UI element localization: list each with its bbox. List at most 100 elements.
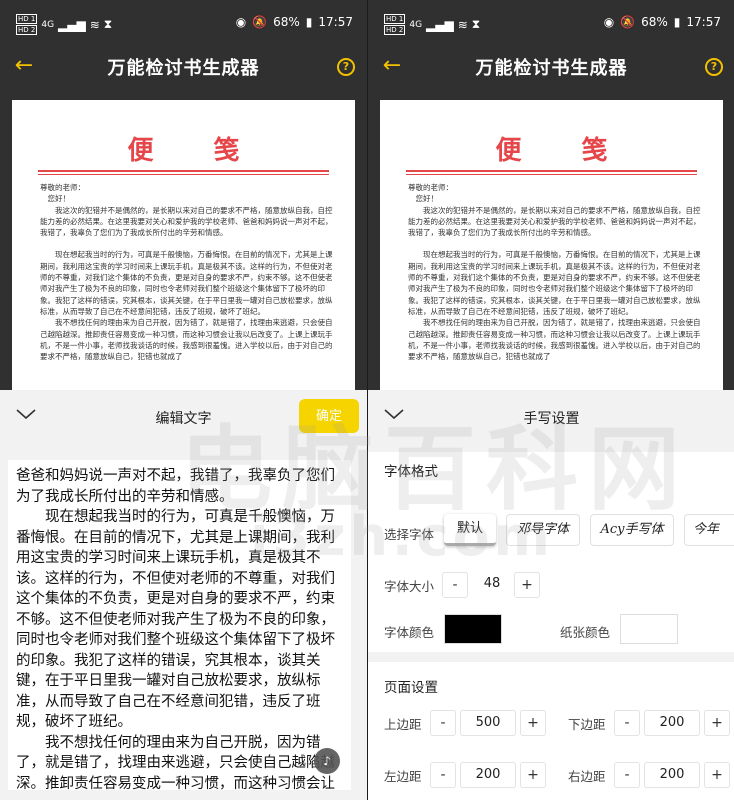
left-screen: HD 1 HD 2 4G ▂▄▆ ≋ ⧗ ◉ 🔕 68% ▮ 17:57 ← 万…	[0, 0, 367, 800]
sheet-header: 手写设置	[368, 390, 734, 442]
status-bar: HD 1 HD 2 4G ▂▄▆ ≋ ⧗ ◉ 🔕 68% ▮ 17:57	[368, 0, 734, 44]
font-option-acy[interactable]: Acy手写体	[590, 514, 674, 546]
signal-icon: ▂▄▆	[58, 17, 86, 32]
left-margin-decrease-button[interactable]: -	[430, 762, 456, 788]
sim2-badge: HD 2	[16, 25, 38, 35]
clock: 17:57	[686, 15, 721, 29]
top-margin-label: 上边距	[384, 717, 422, 732]
top-margin-value[interactable]: 500	[460, 710, 516, 736]
sheet-title: 手写设置	[523, 411, 580, 427]
heading-rule-bottom	[406, 174, 697, 175]
wifi-icon: ≋	[89, 17, 100, 32]
top-margin-increase-button[interactable]: +	[520, 710, 546, 736]
font-option-jinnian[interactable]: 今年	[684, 514, 734, 546]
bottom-margin-label: 下边距	[568, 717, 606, 732]
sim-indicators: HD 1 HD 2	[16, 14, 38, 35]
bottom-margin-increase-button[interactable]: +	[704, 710, 730, 736]
help-icon[interactable]: ?	[705, 58, 723, 76]
signal-type: 4G	[41, 19, 55, 30]
wifi-icon: ≋	[457, 17, 468, 32]
font-option-dengdao[interactable]: 邓导字体	[506, 514, 580, 546]
edit-text-sheet: 编辑文字 确定 爸爸和妈妈说一声对不起，我错了，我辜负了您们为了我成长所付出的辛…	[0, 390, 367, 800]
signal-type: 4G	[409, 19, 423, 30]
letter-salute: 您好！	[415, 194, 439, 204]
app-bar: ← 万能检讨书生成器 ?	[0, 44, 367, 92]
right-margin-increase-button[interactable]: +	[704, 762, 730, 788]
left-margin-label: 左边距	[384, 769, 422, 784]
sim-indicators: HD 1 HD 2	[384, 14, 406, 35]
font-color-label: 字体颜色	[384, 625, 435, 640]
letter-heading: 便笺	[495, 136, 668, 166]
battery-percent: 68%	[273, 15, 300, 29]
bottom-margin-decrease-button[interactable]: -	[614, 710, 640, 736]
settings-body: 字体格式 选择字体 默认 邓导字体 Acy手写体 今年 字体大小 - 48 + …	[368, 438, 734, 800]
font-format-card: 字体格式 选择字体 默认 邓导字体 Acy手写体 今年 字体大小 - 48 + …	[368, 452, 734, 652]
status-bar: HD 1 HD 2 4G ▂▄▆ ≋ ⧗ ◉ 🔕 68% ▮ 17:57	[0, 0, 367, 44]
status-left: HD 1 HD 2 4G ▂▄▆ ≋ ⧗	[384, 14, 480, 35]
font-size-value[interactable]: 48	[474, 572, 510, 598]
battery-icon: ▮	[305, 15, 313, 29]
help-icon[interactable]: ?	[337, 58, 355, 76]
font-color-swatch[interactable]	[444, 614, 502, 644]
right-margin-value[interactable]: 200	[644, 762, 700, 788]
right-screen: HD 1 HD 2 4G ▂▄▆ ≋ ⧗ ◉ 🔕 68% ▮ 17:57 ← 万…	[368, 0, 734, 800]
left-margin-increase-button[interactable]: +	[520, 762, 546, 788]
sim1-badge: HD 1	[384, 14, 406, 24]
paper-color-swatch[interactable]	[620, 614, 678, 644]
left-margin-value[interactable]: 200	[460, 762, 516, 788]
letter-body: 尊敬的老师： 您好！ 我这次的犯错并不是偶然的，是长期以来对自己的要求不严格，随…	[40, 182, 333, 362]
app-title: 万能检讨书生成器	[107, 58, 260, 79]
status-right: ◉ 🔕 68% ▮ 17:57	[604, 15, 721, 29]
font-size-decrease-button[interactable]: -	[442, 572, 468, 598]
battery-icon: ▮	[673, 15, 681, 29]
right-margin-label: 右边距	[568, 769, 606, 784]
mute-icon: 🔕	[620, 15, 636, 29]
page-settings-title: 页面设置	[384, 680, 438, 696]
letter-text-editor[interactable]: 爸爸和妈妈说一声对不起，我错了，我辜负了您们为了我成长所付出的辛劳和情感。 现在…	[8, 460, 351, 790]
hourglass-icon: ⧗	[103, 17, 113, 31]
letter-salute: 您好！	[47, 194, 71, 204]
font-format-title: 字体格式	[384, 464, 438, 480]
choose-font-label: 选择字体	[384, 527, 435, 542]
letter-paragraph: 我不想找任何的理由来为自己开脱，因为错了，就是错了，找理由来逃避，只会使自己越陷…	[408, 318, 701, 362]
letter-paragraph: 我这次的犯错并不是偶然的，是长期以来对自己的要求不严格，随意放纵自我，自控能力差…	[40, 205, 333, 238]
letter-preview: 便笺 尊敬的老师： 您好！ 我这次的犯错并不是偶然的，是长期以来对自己的要求不严…	[380, 100, 723, 390]
editor-paragraph: 我不想找任何的理由来为自己开脱，因为错了，就是错了，找理由来逃避，只会使自己越陷…	[16, 734, 335, 791]
app-bar: ← 万能检讨书生成器 ?	[368, 44, 734, 92]
eye-icon: ◉	[603, 15, 615, 29]
floating-action-icon[interactable]: ♪	[314, 748, 340, 774]
letter-preview: 便笺 尊敬的老师： 您好！ 我这次的犯错并不是偶然的，是长期以来对自己的要求不严…	[12, 100, 355, 390]
letter-heading: 便笺	[127, 136, 300, 166]
confirm-button[interactable]: 确定	[299, 399, 359, 433]
letter-greeting: 尊敬的老师：	[408, 183, 453, 192]
letter-body: 尊敬的老师： 您好！ 我这次的犯错并不是偶然的，是长期以来对自己的要求不严格，随…	[408, 182, 701, 362]
clock: 17:57	[318, 15, 353, 29]
letter-paragraph: 我不想找任何的理由来为自己开脱，因为错了，就是错了，找理由来逃避，只会使自己越陷…	[40, 318, 333, 362]
heading-rule-top	[38, 170, 329, 172]
bottom-margin-value[interactable]: 200	[644, 710, 700, 736]
letter-paragraph: 现在想起我当时的行为，可真是千般懊恼，万番悔恨。在目前的情况下，尤其是上课期间，…	[408, 250, 701, 316]
status-left: HD 1 HD 2 4G ▂▄▆ ≋ ⧗	[16, 14, 112, 35]
sim2-badge: HD 2	[384, 25, 406, 35]
sim1-badge: HD 1	[16, 14, 38, 24]
letter-greeting: 尊敬的老师：	[40, 183, 85, 192]
letter-paragraph: 我这次的犯错并不是偶然的，是长期以来对自己的要求不严格，随意放纵自我，自控能力差…	[408, 205, 701, 238]
heading-rule-top	[406, 170, 697, 172]
top-margin-decrease-button[interactable]: -	[430, 710, 456, 736]
editor-paragraph: 现在想起我当时的行为，可真是千般懊恼，万番悔恨。在目前的情况下，尤其是上课期间，…	[16, 509, 335, 730]
heading-rule-bottom	[38, 174, 329, 175]
letter-paragraph: 现在想起我当时的行为，可真是千般懊恼，万番悔恨。在目前的情况下，尤其是上课期间，…	[40, 250, 333, 316]
preview-area: HD 1 HD 2 4G ▂▄▆ ≋ ⧗ ◉ 🔕 68% ▮ 17:57 ← 万…	[0, 0, 367, 390]
signal-icon: ▂▄▆	[426, 17, 454, 32]
font-size-increase-button[interactable]: +	[514, 572, 540, 598]
page-settings-card: 页面设置 上边距 - 500 + 下边距 - 200 + 左边距 - 200 +…	[368, 662, 734, 800]
right-margin-decrease-button[interactable]: -	[614, 762, 640, 788]
status-right: ◉ 🔕 68% ▮ 17:57	[236, 15, 353, 29]
mute-icon: 🔕	[252, 15, 268, 29]
sheet-header: 编辑文字 确定	[0, 390, 367, 442]
editor-paragraph: 爸爸和妈妈说一声对不起，我错了，我辜负了您们为了我成长所付出的辛劳和情感。	[16, 468, 335, 505]
font-option-default[interactable]: 默认	[444, 514, 496, 546]
font-size-label: 字体大小	[384, 579, 435, 594]
battery-percent: 68%	[641, 15, 668, 29]
hourglass-icon: ⧗	[471, 17, 481, 31]
